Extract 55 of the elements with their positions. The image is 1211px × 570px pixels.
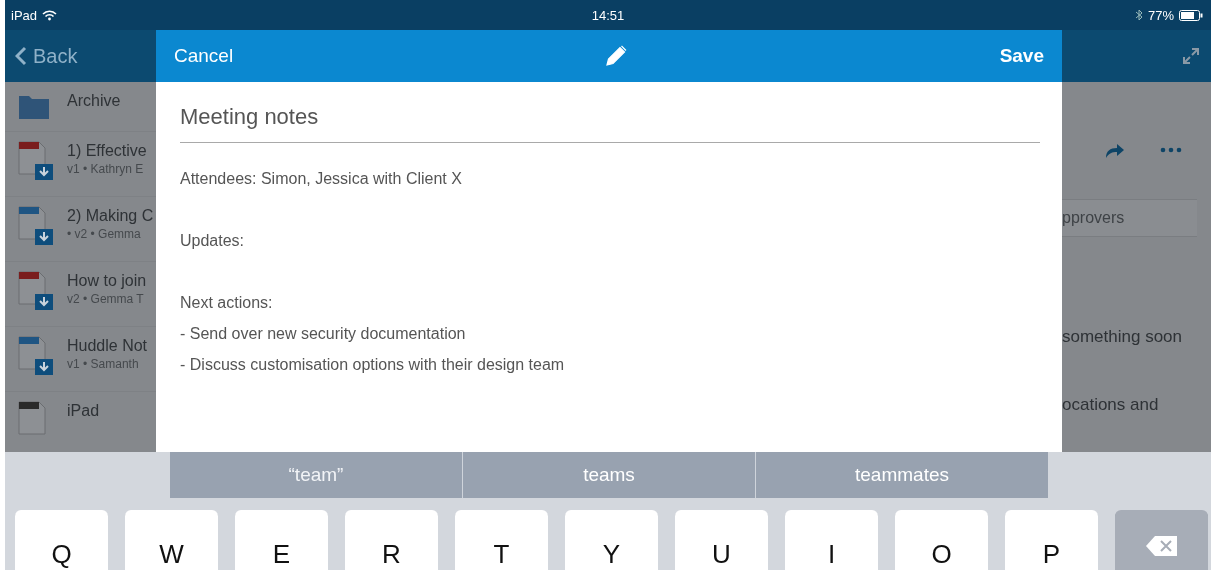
- file-row[interactable]: Archive: [5, 82, 156, 132]
- clock: 14:51: [591, 7, 625, 23]
- document-icon: [18, 401, 46, 435]
- file-row[interactable]: 2) Making C • v2 • Gemma: [5, 197, 156, 262]
- bluetooth-icon: [1134, 9, 1143, 21]
- keyboard-key[interactable]: Y: [565, 510, 658, 570]
- back-button[interactable]: Back: [15, 44, 78, 68]
- device-name: iPad: [11, 7, 38, 23]
- file-name: iPad: [67, 402, 100, 420]
- keyboard-key[interactable]: Q: [15, 510, 108, 570]
- folder-icon: [19, 96, 49, 119]
- approvers-field[interactable]: pprovers: [1062, 199, 1197, 237]
- pencil-icon: [604, 44, 629, 68]
- file-name: How to join: [67, 272, 147, 290]
- keyboard-key[interactable]: U: [675, 510, 768, 570]
- note-body-field[interactable]: Attendees: Simon, Jessica with Client X Updates: Next actions: - Send over new security documentation - Discuss customisation options with their design team: [180, 143, 1040, 411]
- detail-text: ocations and: [1062, 395, 1160, 415]
- file-row[interactable]: Huddle Not v1 • Samanth: [5, 327, 156, 392]
- file-name: 1) Effective: [67, 142, 147, 160]
- file-meta: v2 • Gemma T: [67, 292, 145, 306]
- backspace-icon: [1144, 533, 1179, 558]
- expand-icon[interactable]: [1181, 46, 1201, 66]
- cancel-button[interactable]: Cancel: [174, 45, 234, 67]
- file-name: 2) Making C: [67, 207, 154, 225]
- file-meta: • v2 • Gemma: [67, 227, 142, 241]
- share-icon[interactable]: [1104, 141, 1126, 159]
- save-button[interactable]: Save: [999, 45, 1044, 67]
- detail-text: something soon: [1062, 327, 1184, 347]
- delete-key[interactable]: [1115, 510, 1208, 570]
- file-name: Huddle Not: [67, 337, 148, 355]
- keyboard-key[interactable]: E: [235, 510, 328, 570]
- file-name: Archive: [67, 92, 121, 110]
- note-line: Attendees: Simon, Jessica with Client X: [180, 169, 463, 189]
- note-line: Updates:: [180, 231, 246, 251]
- note-line: - Discuss customisation options with their design team: [180, 355, 566, 375]
- note-line: Next actions:: [180, 293, 274, 313]
- more-icon[interactable]: [1160, 147, 1182, 153]
- suggestion-item[interactable]: teams: [463, 452, 756, 498]
- keyboard-key[interactable]: O: [895, 510, 988, 570]
- file-meta: v1 • Kathryn E: [67, 162, 145, 176]
- suggestion-item[interactable]: teammates: [756, 452, 1048, 498]
- keyboard-key[interactable]: W: [125, 510, 218, 570]
- battery-icon: [1179, 9, 1203, 21]
- keyboard-key[interactable]: I: [785, 510, 878, 570]
- file-row[interactable]: How to join v2 • Gemma T: [5, 262, 156, 327]
- battery-percent: 77%: [1147, 7, 1174, 23]
- file-row[interactable]: 1) Effective v1 • Kathryn E: [5, 132, 156, 197]
- wifi-icon: [42, 9, 58, 21]
- suggestion-item[interactable]: “team”: [170, 452, 463, 498]
- keyboard-key[interactable]: R: [345, 510, 438, 570]
- file-meta: v1 • Samanth: [67, 357, 140, 371]
- keyboard-key[interactable]: P: [1005, 510, 1098, 570]
- keyboard-key[interactable]: T: [455, 510, 548, 570]
- chevron-left-icon: [15, 46, 27, 66]
- note-line: - Send over new security documentation: [180, 324, 467, 344]
